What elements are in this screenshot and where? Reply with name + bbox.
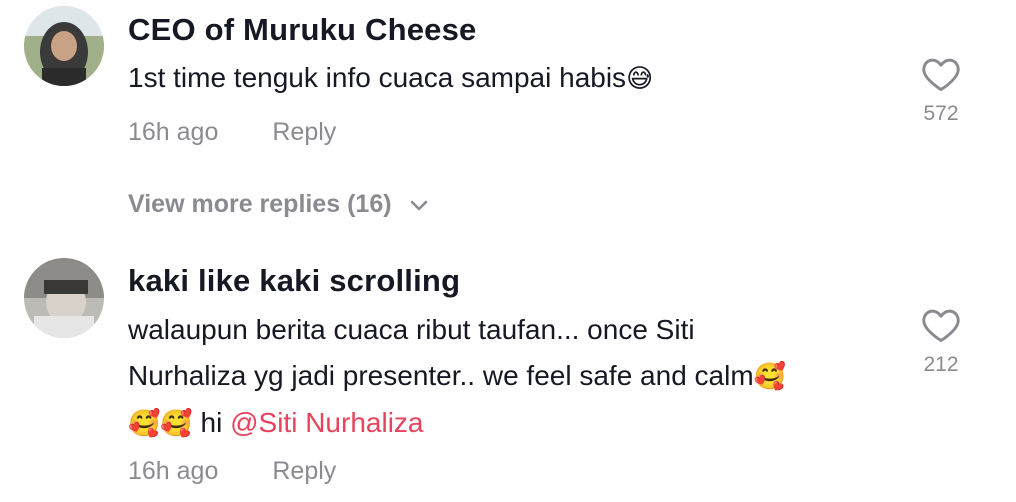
comment-meta: 16h ago Reply bbox=[128, 118, 336, 147]
comment-item: CEO of Muruku Cheese 1st time tenguk inf… bbox=[0, 0, 1016, 170]
comment-text-line: 🥰🥰 hi @Siti Nurhaliza bbox=[128, 400, 888, 447]
view-more-replies-button[interactable]: View more replies (16) bbox=[128, 190, 429, 219]
smiling-hearts-emoji: 🥰🥰 bbox=[128, 409, 193, 439]
like-group[interactable]: 572 bbox=[918, 56, 964, 126]
view-more-label: View more replies (16) bbox=[128, 190, 392, 218]
avatar[interactable] bbox=[24, 6, 104, 86]
smiling-hearts-emoji: 🥰 bbox=[753, 362, 787, 392]
avatar[interactable] bbox=[24, 258, 104, 338]
comment-time: 16h ago bbox=[128, 118, 219, 146]
chevron-down-icon bbox=[410, 201, 427, 211]
comment-text: walaupun berita cuaca ribut taufan... on… bbox=[128, 307, 888, 447]
comment-time: 16h ago bbox=[128, 457, 219, 485]
comment-username[interactable]: CEO of Muruku Cheese bbox=[128, 12, 477, 48]
reply-button[interactable]: Reply bbox=[272, 118, 336, 146]
sweat-smile-emoji: 😅 bbox=[626, 64, 654, 94]
comment-text-body: 1st time tenguk info cuaca sampai habis bbox=[128, 62, 627, 93]
comment-text-line: Nurhaliza yg jadi presenter.. we feel sa… bbox=[128, 353, 888, 400]
like-count: 212 bbox=[923, 353, 959, 376]
comment-text-part: Nurhaliza yg jadi presenter.. we feel sa… bbox=[128, 360, 754, 391]
comment-text: 1st time tenguk info cuaca sampai habis😅 bbox=[128, 55, 888, 102]
heart-icon[interactable] bbox=[921, 307, 961, 343]
like-count: 572 bbox=[923, 102, 959, 125]
comment-text-line: walaupun berita cuaca ribut taufan... on… bbox=[128, 314, 695, 345]
user-avatar-photo-icon bbox=[24, 258, 104, 338]
like-group[interactable]: 212 bbox=[918, 307, 964, 377]
comment-text-part: hi bbox=[192, 407, 231, 438]
reply-button[interactable]: Reply bbox=[272, 457, 336, 485]
heart-icon[interactable] bbox=[921, 56, 961, 92]
mention-link[interactable]: @Siti Nurhaliza bbox=[230, 407, 423, 438]
comment-item: kaki like kaki scrolling walaupun berita… bbox=[0, 250, 1016, 502]
user-avatar-hijab-icon bbox=[24, 6, 104, 86]
comment-meta: 16h ago Reply bbox=[128, 457, 336, 486]
comment-username[interactable]: kaki like kaki scrolling bbox=[128, 263, 460, 299]
